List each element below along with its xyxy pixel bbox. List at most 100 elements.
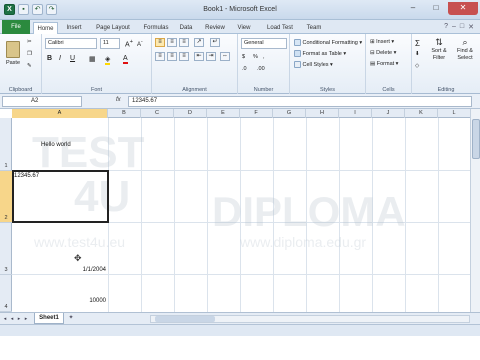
align-left-button[interactable]: ≡ [155,52,165,61]
cell-styles-button[interactable]: Cell Styles ▾ [293,60,334,69]
bold-button[interactable]: B [46,54,53,63]
cell-area[interactable]: TEST 4U www.test4u.eu DIPLOMA www.diplom… [12,118,470,312]
title-bar: X ▪ ↶ ↷ Book1 - Microsoft Excel – □ ✕ [0,0,480,20]
clear-button[interactable]: ◇ [414,62,420,70]
format-as-table-button[interactable]: Format as Table ▾ [293,49,347,58]
copy-button[interactable]: ❐ [26,50,33,58]
row-header-2[interactable]: 2 [0,171,12,223]
grow-font-button[interactable]: A+ [124,38,134,49]
tab-review[interactable]: Review [202,22,228,34]
cell-a1[interactable]: Hello world [41,142,71,148]
comma-button[interactable]: , [262,53,266,61]
name-box[interactable]: A2 [2,96,82,107]
autosum-button[interactable]: Σ [414,38,421,49]
prev-sheet-button[interactable]: ◂ [9,315,15,323]
increase-indent-button[interactable]: ⇥ [206,52,216,61]
merge-center-button[interactable]: ⇔ [220,52,230,61]
last-sheet-button[interactable]: ▸ [23,315,29,323]
middle-align-button[interactable]: ≡ [167,38,177,47]
underline-button[interactable]: U [69,54,76,63]
vertical-scroll-thumb[interactable] [472,119,480,159]
bottom-align-button[interactable]: ≡ [179,38,189,47]
row-header-1[interactable]: 1 [0,118,12,171]
cell-a3[interactable]: 1/1/2004 [83,267,106,273]
formula-bar: A2 fx 12345.67 [0,94,480,109]
help-icon[interactable]: ? [444,23,448,31]
column-header-e[interactable]: E [207,109,240,118]
tab-formulas[interactable]: Formulas [140,22,172,34]
ribbon-restore-icon[interactable]: □ [460,23,464,31]
format-cells-button[interactable]: ▤ Format ▾ [369,60,399,68]
align-right-button[interactable]: ≡ [179,52,189,61]
font-size-select[interactable]: 11 [100,38,120,49]
ribbon-home: Paste ✂ ❐ ✎ Clipboard Calibri 11 A+ A- B… [0,34,480,94]
column-header-d[interactable]: D [174,109,207,118]
shrink-font-button[interactable]: A- [136,38,144,49]
tab-page-layout[interactable]: Page Layout [92,22,134,34]
cells-label: Cells [382,87,395,93]
row-headers: 1 2 3 4 [0,118,12,312]
tab-view[interactable]: View [234,22,254,34]
column-header-c[interactable]: C [141,109,174,118]
number-format-select[interactable]: General [241,38,287,49]
insert-cells-button[interactable]: ⊞ Insert ▾ [369,38,395,46]
paste-button[interactable]: Paste [3,38,23,78]
row-header-4[interactable]: 4 [0,275,12,312]
format-painter-button[interactable]: ✎ [26,62,33,70]
tab-team[interactable]: Team [302,22,326,34]
wrap-text-button[interactable]: ↵ [210,38,220,47]
first-sheet-button[interactable]: ◂ [2,315,8,323]
column-header-j[interactable]: J [372,109,405,118]
column-header-l[interactable]: L [438,109,470,118]
column-header-i[interactable]: I [339,109,372,118]
currency-button[interactable]: $ [241,53,246,61]
decrease-decimal-button[interactable]: .00 [256,65,266,73]
column-header-a[interactable]: A [12,109,108,118]
cursor-icon: ✥ [74,253,82,263]
tab-insert[interactable]: Insert [62,22,86,34]
font-name-select[interactable]: Calibri [45,38,97,49]
maximize-button[interactable]: □ [425,2,447,15]
column-header-h[interactable]: H [306,109,339,118]
conditional-formatting-button[interactable]: Conditional Formatting ▾ [293,38,363,47]
orientation-button[interactable]: ↗ [194,38,204,47]
cut-button[interactable]: ✂ [26,38,33,46]
row-header-3[interactable]: 3 [0,223,12,275]
italic-button[interactable]: I [58,54,62,63]
column-header-k[interactable]: K [405,109,438,118]
vertical-scrollbar[interactable] [470,109,480,312]
sort-filter-button[interactable]: ⇅ Sort & Filter [428,38,450,63]
new-sheet-icon[interactable]: ✦ [66,314,76,323]
ribbon-minimize-icon[interactable]: – [452,23,456,31]
delete-cells-button[interactable]: ⊟ Delete ▾ [369,49,397,57]
cell-a4[interactable]: 10000 [89,298,106,304]
number-group: General $ % , .0 .00 Number [238,34,290,94]
fill-button[interactable]: ⬇ [414,50,421,58]
horizontal-scroll-thumb[interactable] [155,316,215,322]
ribbon-close-icon[interactable]: ✕ [468,23,474,31]
column-header-b[interactable]: B [108,109,141,118]
font-color-button[interactable]: A [122,54,129,64]
delete-icon: ⊟ [370,50,375,56]
minimize-button[interactable]: – [402,2,424,15]
horizontal-scrollbar[interactable] [150,315,470,323]
insert-function-button[interactable]: fx [116,97,121,103]
tab-home[interactable]: Home [33,22,58,34]
column-header-g[interactable]: G [273,109,306,118]
formula-input[interactable]: 12345.67 [128,96,472,107]
borders-button[interactable]: ▦ [88,54,97,64]
align-center-button[interactable]: ≡ [167,52,177,61]
percent-button[interactable]: % [252,53,259,61]
close-button[interactable]: ✕ [448,2,478,15]
find-select-button[interactable]: ⌕ Find & Select [452,38,478,63]
next-sheet-button[interactable]: ▸ [16,315,22,323]
tab-data[interactable]: Data [176,22,196,34]
tab-file[interactable]: File [2,20,30,34]
decrease-indent-button[interactable]: ⇤ [194,52,204,61]
increase-decimal-button[interactable]: .0 [241,65,248,73]
fill-color-button[interactable]: ◈ [104,54,111,65]
tab-load-test[interactable]: Load Test [262,22,298,34]
sheet-tab-sheet1[interactable]: Sheet1 [34,313,64,324]
top-align-button[interactable]: ≡ [155,38,165,47]
column-header-f[interactable]: F [240,109,273,118]
